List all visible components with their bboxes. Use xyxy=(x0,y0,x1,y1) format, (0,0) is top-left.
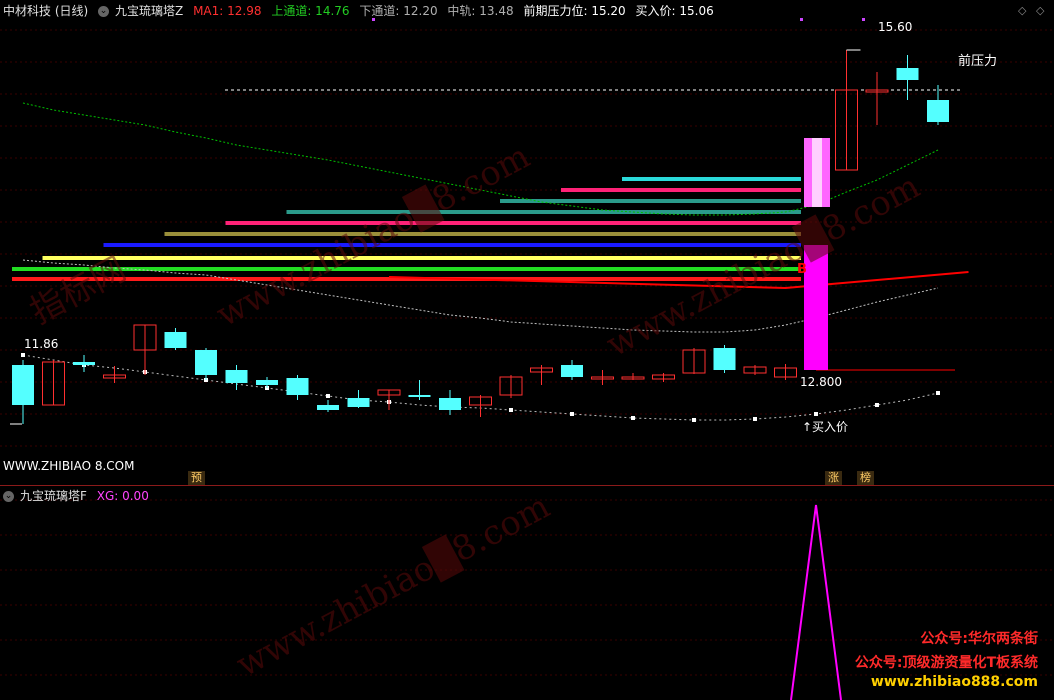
buy-price-label: ↑买入价 xyxy=(802,420,849,434)
tag-bang[interactable]: 榜 xyxy=(857,471,874,485)
front-pressure-label: 前压力 xyxy=(958,54,998,69)
diamond-icon[interactable]: ◇ xyxy=(1036,4,1044,17)
candle-body-down xyxy=(713,348,736,370)
sub-pane-header: ⌄ 九宝琉璃塔F XG: 0.00 xyxy=(3,488,155,504)
candle-body-down xyxy=(256,380,278,385)
candle-body-down xyxy=(561,365,583,377)
high-price-label: 15.60 xyxy=(878,20,913,34)
promo-line-1: 公众号:华尔两条街 xyxy=(920,631,1038,647)
ma-dot xyxy=(814,412,818,416)
ma-dot xyxy=(570,412,574,416)
upper-channel-value: 上通道: 14.76 xyxy=(271,4,350,18)
ma-dot xyxy=(326,394,330,398)
promo-line-2: 公众号:顶级游资量化T板系统 xyxy=(854,655,1038,671)
candle-body-down xyxy=(195,350,217,375)
sub-indicator-name[interactable]: 九宝琉璃塔F xyxy=(20,489,87,503)
pane-divider[interactable] xyxy=(0,485,1054,486)
buy-value-label: 12.800 xyxy=(800,375,842,389)
candle-body-down xyxy=(225,370,248,383)
main-pane-header: 中材科技 (日线) ⌄ 九宝琉璃塔Z MA1: 12.98 上通道: 14.76 … xyxy=(3,3,720,19)
kline-chart[interactable] xyxy=(0,0,1054,700)
prior-pressure-value: 前期压力位: 15.20 xyxy=(523,4,626,18)
ma-dot xyxy=(875,403,879,407)
candle-body-down xyxy=(347,398,370,407)
candle-body-down xyxy=(927,100,949,122)
indicator-name[interactable]: 九宝琉璃塔Z xyxy=(115,4,183,18)
tag-yu[interactable]: 预 xyxy=(188,471,205,485)
candle-body-down xyxy=(896,68,919,80)
tag-zhang[interactable]: 涨 xyxy=(825,471,842,485)
limit-up-highlight xyxy=(812,138,822,207)
ma-dot xyxy=(509,408,513,412)
stock-title[interactable]: 中材科技 (日线) xyxy=(3,4,88,18)
signal-dot xyxy=(862,18,865,21)
website-label: WWW.ZHIBIAO 8.COM xyxy=(3,459,135,473)
ma1-value: MA1: 12.98 xyxy=(193,4,262,18)
candle-body-down xyxy=(164,332,187,348)
candle-body-down xyxy=(286,378,309,395)
buy-signal-b: B xyxy=(797,262,807,277)
upper-channel-line xyxy=(22,102,939,216)
ma-dot xyxy=(631,416,635,420)
mid-rail-value: 中轨: 13.48 xyxy=(447,4,514,18)
diamond-icon[interactable]: ◇ xyxy=(1018,4,1026,17)
ma-dot xyxy=(692,418,696,422)
signal-dot xyxy=(800,18,803,21)
ma-dot xyxy=(753,417,757,421)
candle-body-down xyxy=(73,362,95,365)
candle-body-down xyxy=(439,398,461,410)
buy-price-value: 买入价: 15.06 xyxy=(635,4,714,18)
low-price-label: 11.86 xyxy=(24,337,59,351)
chevron-down-icon[interactable]: ⌄ xyxy=(3,491,14,502)
chevron-down-icon[interactable]: ⌄ xyxy=(98,6,110,17)
ma-dot xyxy=(936,391,940,395)
xg-value: XG: 0.00 xyxy=(96,489,149,503)
buy-signal-bar xyxy=(804,245,828,370)
candle-body-down xyxy=(317,405,339,410)
candle-body-down xyxy=(408,395,431,397)
lower-channel-value: 下通道: 12.20 xyxy=(359,4,438,18)
promo-line-3: www.zhibiao888.com xyxy=(870,674,1038,690)
ma-dot xyxy=(21,353,25,357)
candle-body-down xyxy=(12,365,34,405)
xg-spike xyxy=(790,504,842,700)
